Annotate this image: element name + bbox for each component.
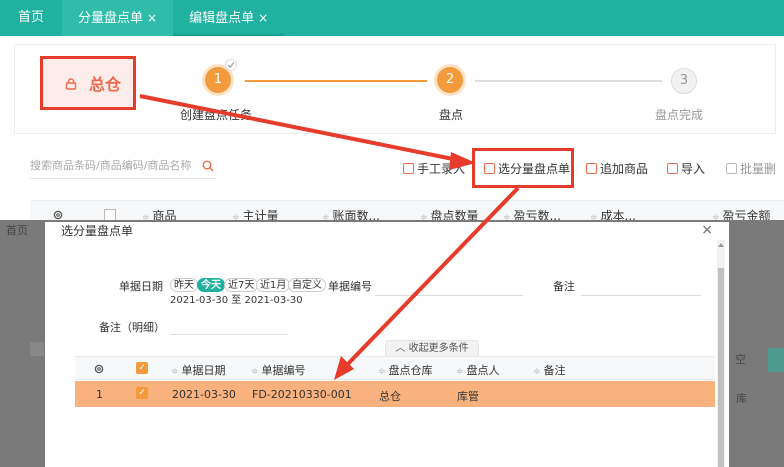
cell-warehouse: 总仓 [379, 390, 401, 403]
tab-bar: 首页 分量盘点单 × 编辑盘点单 × [0, 0, 784, 36]
date-label: 单据日期 [119, 280, 163, 293]
gear-icon[interactable] [93, 363, 105, 375]
doc-no-field[interactable] [375, 295, 523, 296]
tab-quantity-sheet[interactable]: 分量盘点单 × [62, 0, 174, 36]
search-icon[interactable] [202, 160, 214, 172]
import-icon [667, 163, 678, 174]
chip-custom[interactable]: 自定义 [288, 278, 326, 292]
button-label: 追加商品 [600, 162, 649, 176]
background-fragment [768, 348, 784, 372]
cell-doc-no: FD-20210330-001 [252, 388, 352, 401]
clipboard-icon [403, 163, 414, 174]
column-header[interactable]: ≑ 盘点人 [456, 362, 500, 378]
cell-person: 库管 [457, 390, 479, 403]
chip-last-7-days[interactable]: 近7天 [224, 278, 259, 292]
step-1-circle: 1 [205, 67, 231, 93]
search-placeholder: 搜索商品条码/商品编码/商品名称 [30, 159, 192, 172]
background-fragment-text: 空 [735, 353, 746, 366]
cell-date: 2021-03-30 [172, 388, 236, 401]
tab-label: 分量盘点单 [78, 11, 144, 26]
step-3-circle: 3 [671, 68, 697, 94]
step-2-label: 盘点 [439, 108, 464, 122]
chevron-up-icon: ︿ [395, 343, 409, 354]
close-icon[interactable]: × [701, 222, 713, 238]
chip-today[interactable]: 今天 [197, 278, 225, 292]
column-header[interactable]: ≑ 单据日期 [171, 362, 226, 378]
remark-field[interactable] [581, 295, 701, 296]
modal-title: 选分量盘点单 [61, 224, 134, 238]
background-tab-home: 首页 [6, 224, 28, 237]
warehouse-label: 总仓 [89, 75, 122, 94]
step-3-label: 盘点完成 [655, 108, 704, 122]
scroll-up-icon[interactable] [718, 243, 724, 247]
background-fragment [30, 342, 44, 356]
highlight-box-select-sheet [472, 148, 574, 188]
button-label: 手工录入 [417, 162, 466, 176]
search-input[interactable]: 搜索商品条码/商品编码/商品名称 [30, 155, 216, 179]
tab-home[interactable]: 首页 [0, 0, 62, 36]
add-product-button[interactable]: 追加商品 [586, 160, 648, 178]
close-icon[interactable]: × [258, 11, 268, 25]
tab-edit-sheet[interactable]: 编辑盘点单 × [173, 0, 285, 36]
batch-delete-button[interactable]: 批量删 [726, 160, 776, 178]
modal-scrollbar[interactable] [717, 240, 725, 467]
button-label: 批量删 [740, 162, 777, 176]
check-icon [225, 59, 237, 71]
tab-label: 首页 [18, 10, 45, 25]
button-label: 导入 [681, 162, 706, 176]
remark-label: 备注 [553, 280, 575, 293]
detail-remark-label: 备注（明细） [99, 321, 165, 334]
detail-remark-field[interactable] [170, 334, 288, 335]
date-range: 2021-03-30 至 2021-03-30 [170, 295, 303, 306]
chip-yesterday[interactable]: 昨天 [170, 278, 198, 292]
column-header[interactable]: ≑ 备注 [533, 362, 566, 378]
collapse-filters-button[interactable]: ︿ 收起更多条件 [385, 340, 479, 356]
row-index: 1 [96, 388, 103, 401]
close-icon[interactable]: × [147, 11, 157, 25]
background-fragment-text: 库 [736, 392, 747, 405]
modal-table-header: ✓ ≑ 单据日期 ≑ 单据编号 ≑ 盘点仓库 ≑ 盘点人 ≑ 备注 [75, 356, 715, 380]
chip-last-month[interactable]: 近1月 [256, 278, 291, 292]
manual-entry-button[interactable]: 手工录入 [403, 160, 465, 178]
tab-label: 编辑盘点单 [189, 11, 255, 26]
cart-icon [586, 163, 597, 174]
column-header[interactable]: ≑ 单据编号 [251, 362, 306, 378]
step-line-2 [475, 80, 662, 82]
column-header[interactable]: ≑ 盘点仓库 [378, 362, 433, 378]
step-2-circle: 2 [437, 67, 463, 93]
screen: { "tabs": [ {"label": "首页"}, {"label": "… [0, 0, 784, 467]
row-checkbox[interactable]: ✓ [136, 387, 148, 399]
doc-no-label: 单据编号 [328, 280, 372, 293]
table-row[interactable]: 1 ✓ 2021-03-30 FD-20210330-001 总仓 库管 [75, 381, 715, 407]
select-all-checkbox[interactable]: ✓ [136, 362, 148, 374]
step-1-label: 创建盘点任务 [180, 108, 253, 122]
select-sheet-modal: 选分量盘点单 × 单据日期 昨天 今天 近7天 近1月 自定义 2021-03-… [45, 222, 729, 467]
warehouse-badge[interactable]: 总仓 [40, 56, 136, 110]
delete-icon [726, 163, 737, 174]
scroll-thumb[interactable] [718, 268, 724, 467]
step-line-1 [245, 80, 427, 82]
lock-icon [65, 78, 77, 90]
import-button[interactable]: 导入 [667, 160, 705, 178]
